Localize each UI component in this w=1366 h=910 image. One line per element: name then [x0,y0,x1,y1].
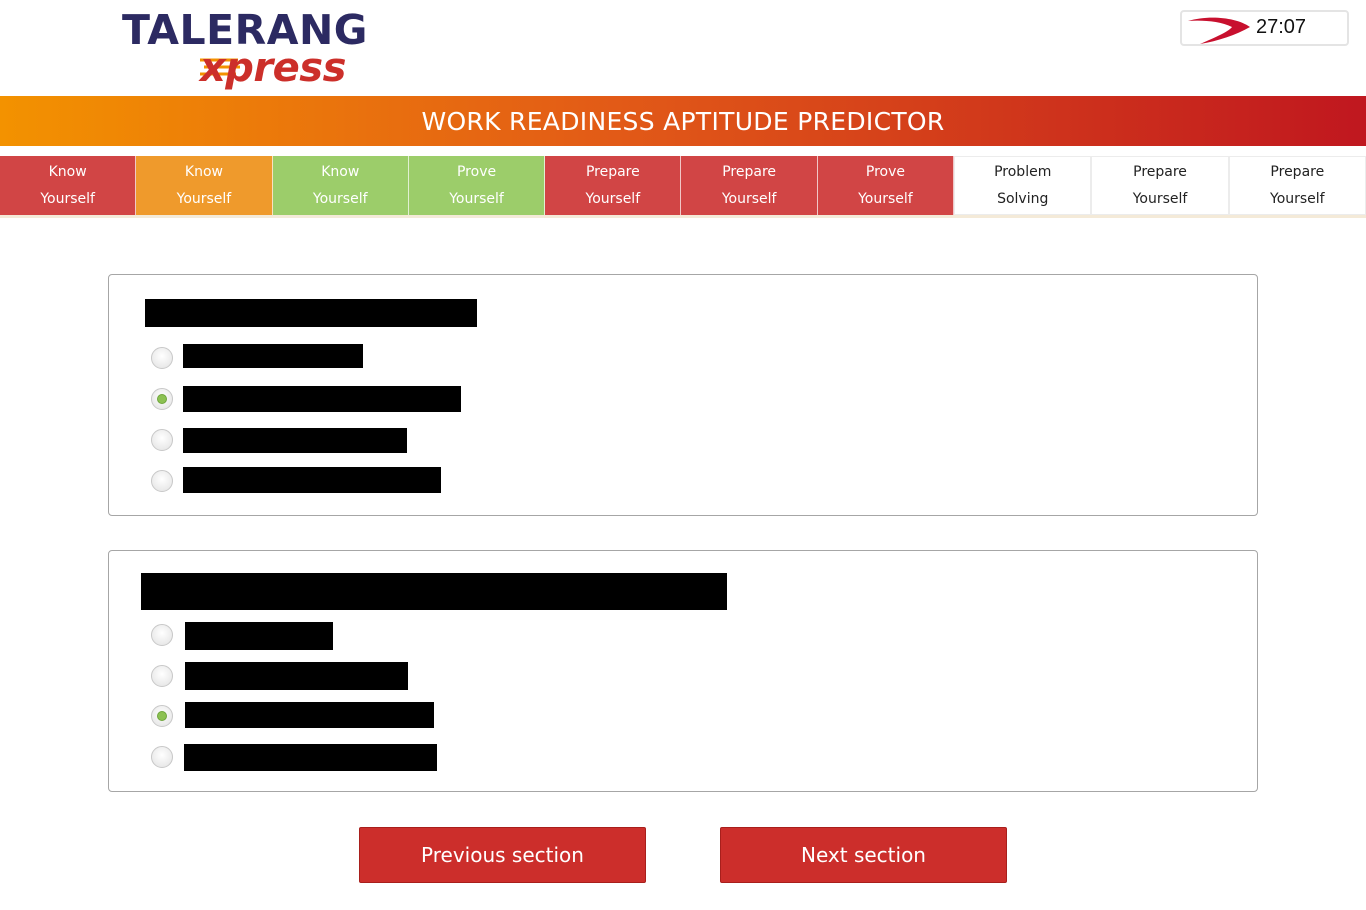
radio-button[interactable] [151,347,173,369]
step-line1: Prepare [722,163,777,180]
step-line1: Prove [865,163,905,180]
answer-option[interactable] [151,662,173,690]
step-tab-9[interactable]: Prepare Yourself [1091,156,1229,215]
step-line2: Yourself [721,190,777,207]
radio-button[interactable] [151,705,173,727]
step-tab-7[interactable]: Prove Yourself [817,156,955,215]
step-line1: Know [48,163,87,180]
option-text-redacted [185,662,408,690]
option-text-redacted [185,702,434,728]
step-tab-3[interactable]: Know Yourself [272,156,409,215]
step-tab-6[interactable]: Prepare Yourself [681,156,818,215]
radio-button[interactable] [151,665,173,687]
radio-button[interactable] [151,746,173,768]
answer-option[interactable] [151,426,173,454]
step-line2: Yourself [585,190,641,207]
step-line1: Prepare [585,163,640,180]
step-line2: Yourself [312,190,368,207]
step-tab-10[interactable]: Prepare Yourself [1228,156,1366,215]
question-card-2 [108,550,1258,792]
step-line1: Know [321,163,360,180]
option-text-redacted [184,744,437,771]
step-line1: Problem [994,163,1052,180]
radio-button[interactable] [151,429,173,451]
question-card-1 [108,274,1258,516]
option-text-redacted [183,428,407,453]
step-line2: Solving [997,190,1049,207]
radio-button[interactable] [151,624,173,646]
answer-option[interactable] [151,344,173,372]
option-text-redacted [185,622,333,650]
option-text-redacted [183,386,461,412]
step-line2: Yourself [1132,190,1188,207]
page-title: WORK READINESS APTITUDE PREDICTOR [421,106,945,136]
step-line1: Know [184,163,223,180]
previous-section-button[interactable]: Previous section [359,827,646,883]
option-text-redacted [183,344,363,368]
question-text-redacted [141,573,727,610]
radio-button[interactable] [151,470,173,492]
option-text-redacted [183,467,441,493]
step-tab-4[interactable]: Prove Yourself [408,156,546,215]
countdown-timer: 27:07 [1180,10,1349,46]
answer-option[interactable] [151,702,173,730]
step-tab-8[interactable]: Problem Solving [954,156,1092,215]
step-tab-1[interactable]: Know Yourself [0,156,137,215]
section-progress-tabs: Know Yourself Know Yourself Know Yourself P… [0,156,1366,218]
swoosh-logo-icon [1188,17,1250,44]
step-line2: Yourself [176,190,232,207]
question-text-redacted [145,299,477,327]
step-line1: Prepare [1270,163,1325,180]
step-line2: Yourself [1270,190,1325,207]
step-line2: Yourself [858,190,913,207]
title-banner: WORK READINESS APTITUDE PREDICTOR [0,96,1366,146]
logo-name-bottom: xpress [200,45,346,91]
step-line2: Yourself [40,190,95,207]
step-line1: Prepare [1133,163,1187,180]
step-tab-2[interactable]: Know Yourself [136,156,273,215]
step-line2: Yourself [449,190,504,207]
talerang-logo: TALERANG xpress [122,8,382,94]
answer-option[interactable] [151,467,173,495]
answer-option[interactable] [151,621,173,649]
step-line1: Prove [456,163,497,180]
radio-button[interactable] [151,388,173,410]
step-tab-5[interactable]: Prepare Yourself [545,156,682,215]
answer-option[interactable] [151,743,173,771]
timer-value: 27:07 [1256,16,1307,38]
next-section-button[interactable]: Next section [720,827,1007,883]
answer-option[interactable] [151,385,173,413]
